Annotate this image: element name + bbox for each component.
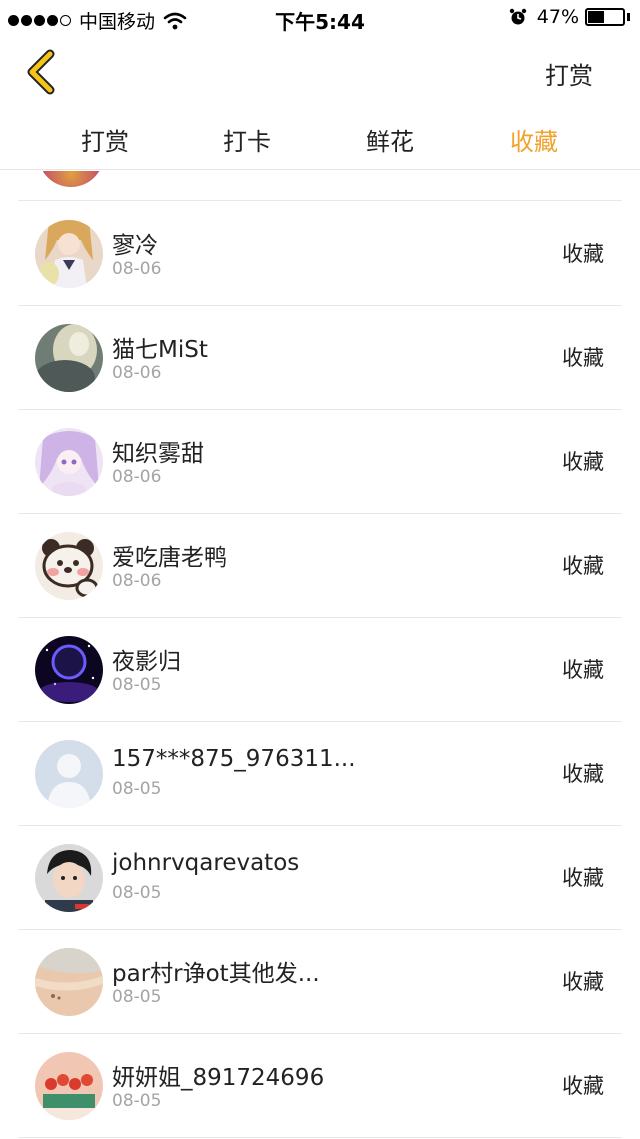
- favorite-action: 收藏: [562, 346, 604, 370]
- user-name: johnrvqarevatos: [112, 850, 300, 876]
- tab-bar: 打赏 打卡 鲜花 收藏: [0, 108, 640, 170]
- list-item[interactable]: 夜影归 08-05 收藏: [18, 618, 622, 722]
- favorite-action: 收藏: [562, 866, 604, 890]
- user-name: 夜影归: [112, 649, 181, 675]
- favorites-list[interactable]: 寥冷 08-06 收藏 猫七MiSt 08-06 收藏 知织雾甜 08-06 收…: [0, 171, 640, 1139]
- tab-flowers[interactable]: 鲜花: [340, 122, 440, 157]
- boy-photo-avatar[interactable]: [35, 844, 103, 912]
- purple-anime-avatar[interactable]: [35, 428, 103, 496]
- cartoon-bear-avatar[interactable]: [35, 532, 103, 600]
- user-name: 猫七MiSt: [112, 337, 208, 363]
- item-date: 08-06: [112, 259, 162, 279]
- list-item[interactable]: 157***875_976311... 08-05 收藏: [18, 722, 622, 826]
- beach-avatar[interactable]: [35, 948, 103, 1016]
- item-date: 08-05: [112, 1091, 162, 1111]
- item-date: 08-06: [112, 467, 162, 487]
- item-date: 08-06: [112, 571, 162, 591]
- status-bar: 中国移动 下午5:44 47%: [0, 0, 640, 36]
- alarm-clock-icon: [509, 8, 526, 25]
- blurred-figure-avatar[interactable]: [35, 324, 103, 392]
- list-item[interactable]: 妍妍姐_891724696 08-05 收藏: [18, 1034, 622, 1138]
- battery-icon: [585, 8, 625, 26]
- user-name: 知织雾甜: [112, 441, 204, 467]
- avatar: [38, 171, 104, 187]
- tab-favorites[interactable]: 收藏: [484, 122, 584, 157]
- status-right: 47%: [509, 6, 630, 28]
- list-item[interactable]: 猫七MiSt 08-06 收藏: [18, 306, 622, 410]
- item-date: 08-05: [112, 779, 162, 799]
- user-name: par村r诤ot其他发...: [112, 961, 320, 987]
- favorite-action: 收藏: [562, 762, 604, 786]
- list-item[interactable]: par村r诤ot其他发... 08-05 收藏: [18, 930, 622, 1034]
- reward-button[interactable]: 打赏: [545, 56, 593, 91]
- favorite-action: 收藏: [562, 450, 604, 474]
- chevron-left-icon: [27, 49, 55, 95]
- battery-percent: 47%: [536, 6, 579, 28]
- favorite-action: 收藏: [562, 1074, 604, 1098]
- item-date: 08-05: [112, 987, 162, 1007]
- favorite-action: 收藏: [562, 658, 604, 682]
- favorite-action: 收藏: [562, 970, 604, 994]
- flowers-avatar[interactable]: [35, 1052, 103, 1120]
- list-item[interactable]: 爱吃唐老鸭 08-06 收藏: [18, 514, 622, 618]
- back-button[interactable]: [20, 48, 64, 96]
- user-name: 妍妍姐_891724696: [112, 1065, 325, 1091]
- default-person-avatar[interactable]: [35, 740, 103, 808]
- list-item[interactable]: 知织雾甜 08-06 收藏: [18, 410, 622, 514]
- list-item[interactable]: 寥冷 08-06 收藏: [18, 202, 622, 306]
- list-item-partial: [18, 171, 622, 201]
- tab-checkin[interactable]: 打卡: [197, 122, 297, 157]
- anime-girl-avatar[interactable]: [35, 220, 103, 288]
- galaxy-avatar[interactable]: [35, 636, 103, 704]
- list-item[interactable]: johnrvqarevatos 08-05 收藏: [18, 826, 622, 930]
- item-date: 08-05: [112, 883, 162, 903]
- user-name: 157***875_976311...: [112, 746, 356, 772]
- nav-bar: 打赏: [0, 36, 640, 108]
- user-name: 寥冷: [112, 233, 158, 259]
- item-date: 08-05: [112, 675, 162, 695]
- favorite-action: 收藏: [562, 554, 604, 578]
- favorite-action: 收藏: [562, 242, 604, 266]
- user-name: 爱吃唐老鸭: [112, 545, 227, 571]
- tab-reward[interactable]: 打赏: [55, 122, 155, 157]
- item-date: 08-06: [112, 363, 162, 383]
